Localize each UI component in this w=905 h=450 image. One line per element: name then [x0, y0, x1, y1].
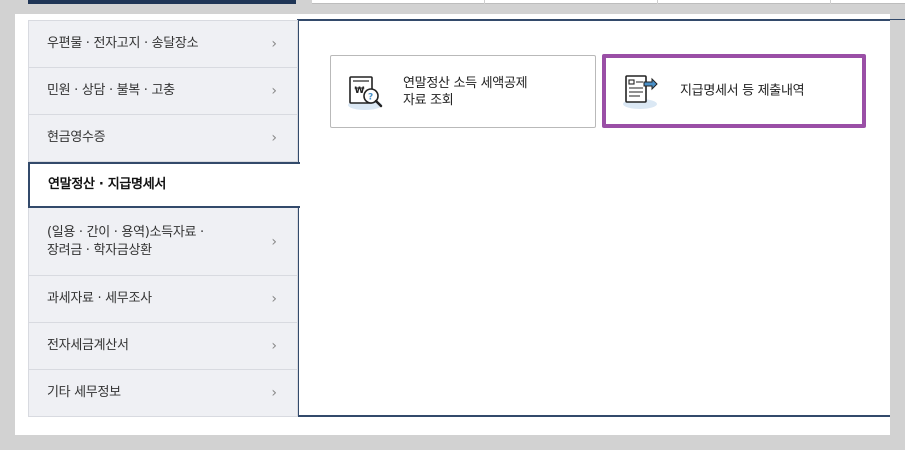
sidebar-item-label: 과세자료 · 세무조사 [47, 291, 152, 306]
chevron-right-icon: › [271, 291, 277, 307]
document-search-won-icon: ₩ ? [345, 72, 385, 112]
sidebar-item-e-invoice[interactable]: 전자세금계산서 › [28, 323, 298, 370]
top-nav-active-tab[interactable] [28, 0, 296, 4]
sidebar-item-tax-audit[interactable]: 과세자료 · 세무조사 › [28, 276, 298, 323]
chevron-right-icon: › [271, 36, 277, 52]
sidebar-item-label: 우편물 · 전자고지 · 송달장소 [47, 36, 199, 51]
sidebar-item-label-line2: 장려금 · 학자금상환 [47, 242, 152, 258]
right-edge-shade [890, 20, 905, 450]
chevron-right-icon: › [271, 338, 277, 354]
sidebar-item-year-end-settlement[interactable]: 연말정산 · 지급명세서 [28, 162, 300, 208]
deduction-data-lookup-label: 연말정산 소득 세액공제 자료 조회 [403, 75, 528, 109]
button-label-line1: 연말정산 소득 세액공제 [403, 76, 528, 91]
sidebar-item-cash-receipt[interactable]: 현금영수증 › [28, 115, 298, 162]
sidebar-item-label: 기타 세무정보 [47, 385, 121, 400]
sidebar-item-label: (일용 · 간이 · 용역)소득자료 · 장려금 · 학자금상환 [47, 224, 204, 260]
sidebar-item-label: 연말정산 · 지급명세서 [48, 177, 167, 192]
chevron-right-icon: › [271, 130, 277, 146]
tab-divider [830, 0, 831, 4]
button-label-line2: 자료 조회 [403, 93, 454, 108]
svg-text:₩: ₩ [355, 86, 365, 96]
sidebar-item-civil[interactable]: 민원 · 상담 · 불복 · 고충 › [28, 68, 298, 115]
chevron-right-icon: › [271, 385, 277, 401]
svg-text:?: ? [368, 92, 373, 102]
sidebar-menu: 우편물 · 전자고지 · 송달장소 › 민원 · 상담 · 불복 · 고충 › … [28, 20, 300, 417]
content-tab-join [295, 182, 301, 206]
sidebar-item-label-line1: (일용 · 간이 · 용역)소득자료 · [47, 224, 204, 240]
sidebar-item-label: 민원 · 상담 · 불복 · 고충 [47, 83, 175, 98]
chevron-right-icon: › [271, 233, 277, 250]
payment-statement-history-label: 지급명세서 등 제출내역 [680, 83, 805, 99]
tab-divider [657, 0, 658, 4]
sidebar-item-label: 현금영수증 [47, 130, 106, 145]
sidebar-item-mail[interactable]: 우편물 · 전자고지 · 송달장소 › [28, 20, 298, 68]
deduction-data-lookup-button[interactable]: ₩ ? 연말정산 소득 세액공제 자료 조회 [330, 55, 596, 128]
document-submit-arrow-icon [620, 71, 660, 111]
sidebar-item-income-data[interactable]: (일용 · 간이 · 용역)소득자료 · 장려금 · 학자금상환 › [28, 208, 298, 276]
top-nav-tabs[interactable] [312, 0, 905, 4]
chevron-right-icon: › [271, 83, 277, 99]
sidebar-item-label: 전자세금계산서 [47, 338, 129, 353]
tab-divider [484, 0, 485, 4]
sidebar-item-other-tax-info[interactable]: 기타 세무정보 › [28, 370, 298, 417]
payment-statement-history-button[interactable]: 지급명세서 등 제출내역 [602, 54, 866, 128]
